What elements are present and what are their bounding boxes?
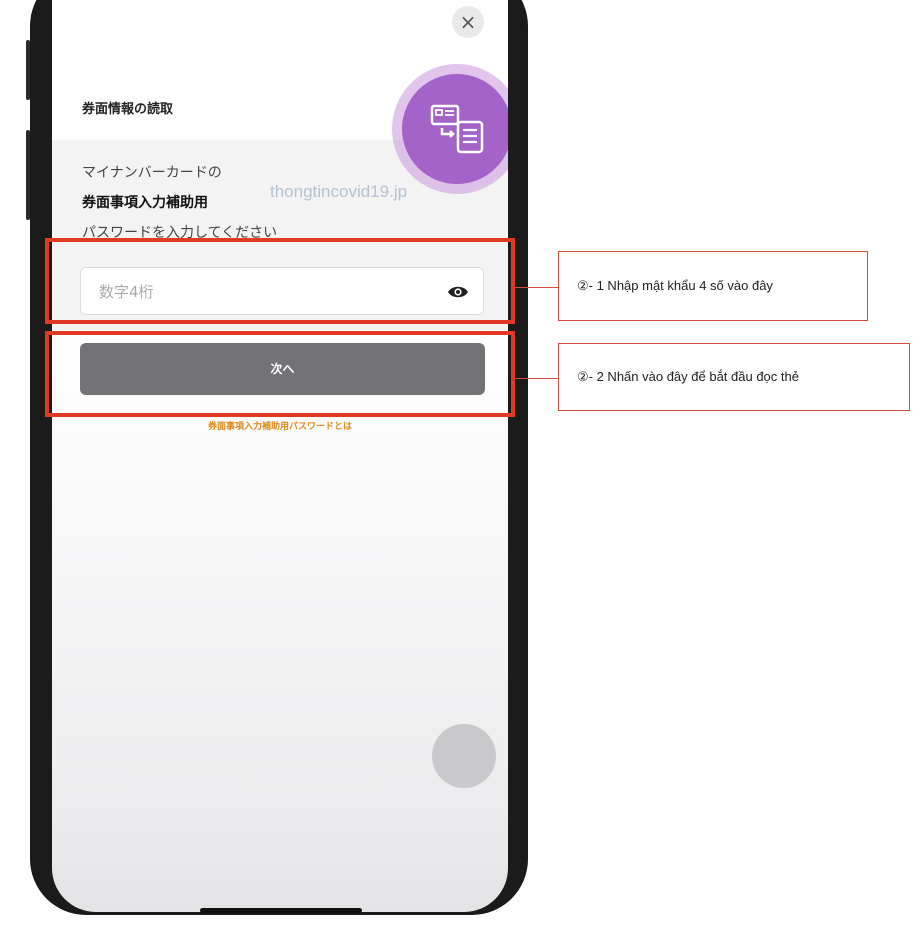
close-button[interactable]: ×: [452, 6, 484, 38]
instruction-line-1: マイナンバーカードの: [82, 165, 222, 181]
phone-side-button: [26, 40, 30, 100]
phone-volume-button: [26, 130, 30, 220]
highlight-box-next: [45, 331, 515, 417]
callout-enter-password: ②- 1 Nhập mật khẩu 4 số vào đây: [558, 251, 868, 321]
callout-text-2: ②- 2 Nhấn vào đây để bắt đầu đọc thẻ: [577, 369, 799, 384]
app-screen: × 券面情報の読取 マイナンバーカードの 券面事項入力補助用 thongtinc…: [52, 0, 508, 912]
watermark: thongtincovid19.jp: [270, 182, 408, 201]
instruction-line-2: 券面事項入力補助用: [82, 195, 208, 211]
callout-connector-2: [515, 378, 558, 379]
card-read-icon: [402, 74, 508, 184]
callout-press-next: ②- 2 Nhấn vào đây để bắt đầu đọc thẻ: [558, 343, 910, 411]
close-icon: ×: [459, 10, 477, 34]
callout-text-1: ②- 1 Nhập mật khẩu 4 số vào đây: [577, 278, 773, 293]
modal-title: 券面情報の読取: [82, 102, 174, 117]
password-help-link[interactable]: 券面事項入力補助用パスワードとは: [52, 419, 508, 432]
floating-assistive-button[interactable]: [432, 724, 496, 788]
home-indicator: [200, 908, 362, 913]
highlight-box-password: [45, 238, 515, 324]
callout-connector-1: [515, 287, 558, 288]
